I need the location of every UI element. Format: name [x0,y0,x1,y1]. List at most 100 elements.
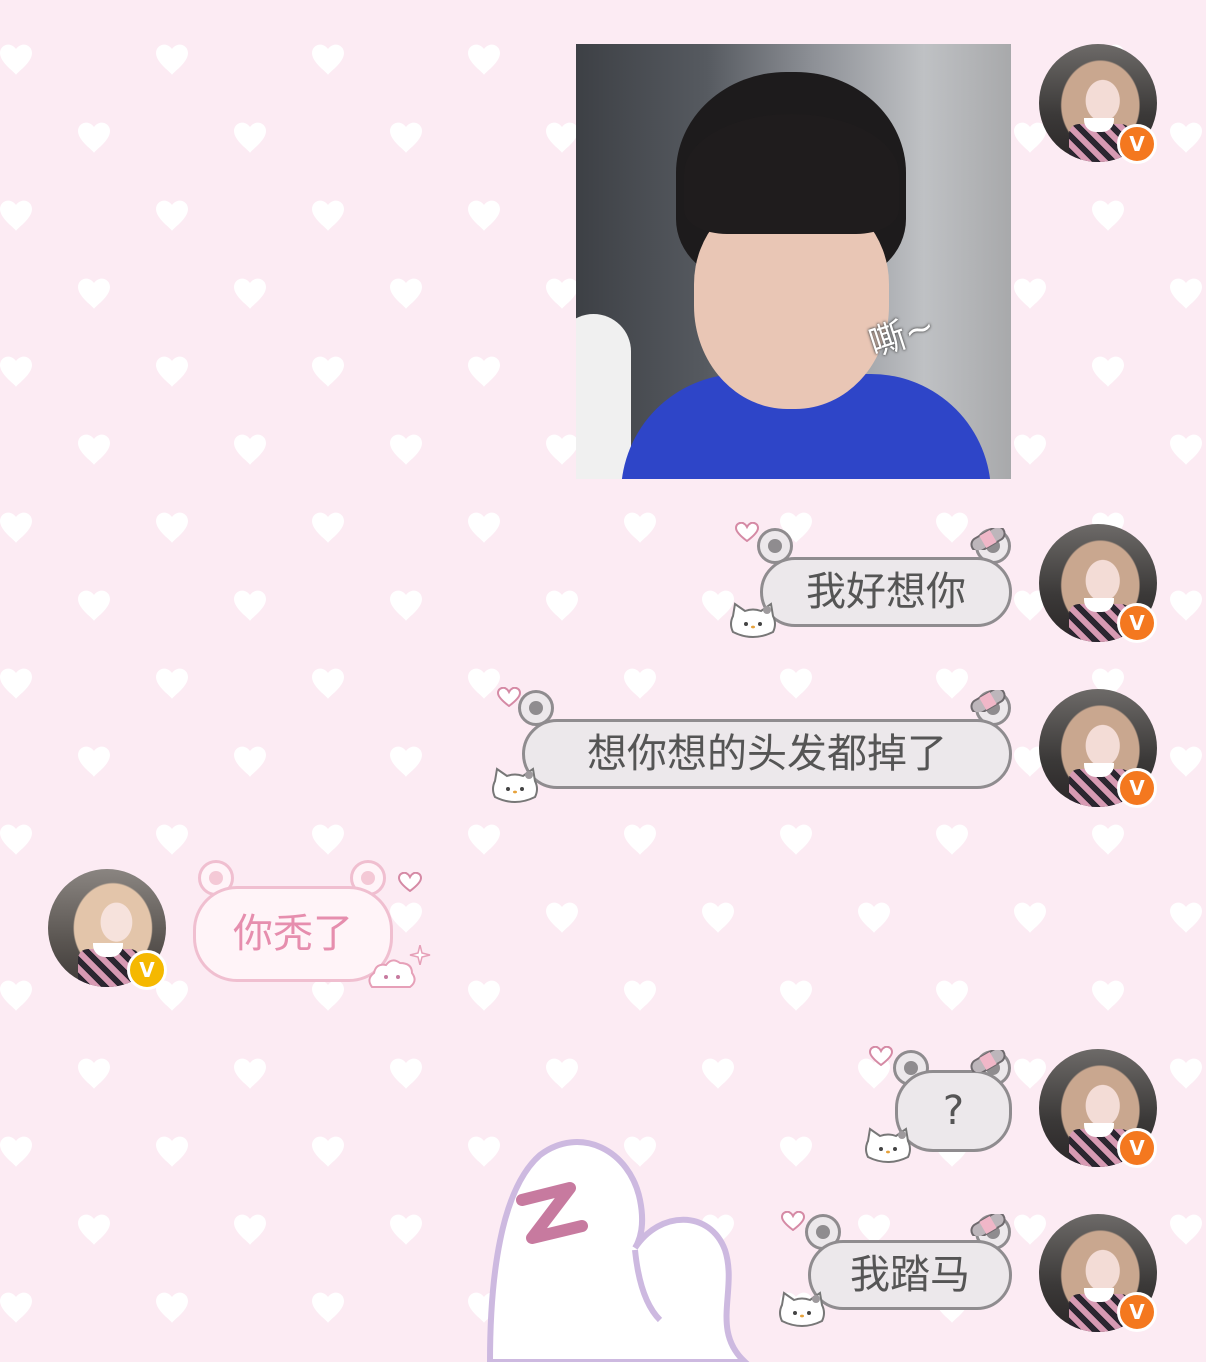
background-heart [234,1214,266,1245]
background-heart [156,824,188,855]
background-heart [546,434,578,465]
background-heart [78,434,110,465]
background-heart [468,44,500,75]
background-heart [78,1214,110,1245]
background-heart [0,1292,32,1323]
background-heart [1092,824,1124,855]
verified-badge-icon: V [1117,603,1157,643]
background-heart [390,122,422,153]
background-heart [312,668,344,699]
background-heart [1014,1214,1046,1245]
bandage-icon [970,528,1006,550]
background-heart [156,356,188,387]
small-heart-icon [497,687,521,707]
background-heart [390,746,422,777]
background-heart [0,980,32,1011]
background-heart [624,980,656,1011]
background-heart [936,824,968,855]
background-heart [0,200,32,231]
bandage-icon [970,690,1006,712]
message-bubble[interactable]: 想你想的头发都掉了 [522,719,1012,789]
background-heart [312,200,344,231]
background-heart [1014,902,1046,933]
background-heart [390,902,422,933]
background-heart [390,1214,422,1245]
background-heart [1170,902,1202,933]
background-heart [156,512,188,543]
verified-badge-icon: V [1117,124,1157,164]
kitty-icon [492,767,538,803]
background-heart [234,434,266,465]
background-heart [1092,356,1124,387]
background-heart [468,356,500,387]
kitty-icon [779,1291,825,1327]
background-heart [936,980,968,1011]
background-heart [546,278,578,309]
background-heart [390,590,422,621]
small-heart-icon [869,1046,893,1066]
background-heart [1170,1058,1202,1089]
background-heart [780,1136,812,1167]
background-heart [156,1292,188,1323]
background-heart [624,512,656,543]
verified-badge-icon: V [1117,768,1157,808]
background-heart [702,902,734,933]
small-heart-icon [735,522,759,542]
background-heart [468,668,500,699]
background-heart [1092,200,1124,231]
sparkle-icon [409,945,431,965]
background-heart [624,824,656,855]
verified-badge-icon: V [127,950,167,990]
background-heart [858,902,890,933]
background-heart [234,746,266,777]
background-heart [0,512,32,543]
background-heart [0,668,32,699]
image-message[interactable]: 嘶~ [576,44,1011,479]
background-heart [78,746,110,777]
background-heart [1014,1058,1046,1089]
background-heart [1170,1214,1202,1245]
background-heart [234,122,266,153]
background-heart [780,668,812,699]
verified-badge-icon: V [1117,1128,1157,1168]
bandage-icon [970,1214,1006,1236]
background-heart [1170,746,1202,777]
background-heart [156,980,188,1011]
background-heart [390,434,422,465]
message-bubble[interactable]: 你秃了 [193,886,393,982]
background-heart [624,668,656,699]
background-heart [234,278,266,309]
background-heart [936,512,968,543]
background-heart [780,980,812,1011]
background-heart [0,824,32,855]
background-heart [702,1058,734,1089]
message-bubble[interactable]: 我好想你 [760,557,1012,627]
background-heart [156,668,188,699]
small-heart-icon [398,872,422,892]
background-heart [78,122,110,153]
sleeping-bunny-decoration [486,1139,750,1362]
background-heart [468,824,500,855]
background-heart [156,1136,188,1167]
background-heart [234,590,266,621]
background-heart [936,668,968,699]
background-heart [156,200,188,231]
background-heart [1170,590,1202,621]
background-heart [546,590,578,621]
background-heart [78,1058,110,1089]
background-heart [546,1058,578,1089]
background-heart [0,1136,32,1167]
background-heart [390,278,422,309]
small-heart-icon [781,1211,805,1231]
background-heart [78,278,110,309]
background-heart [1014,278,1046,309]
background-heart [468,512,500,543]
background-heart [780,824,812,855]
background-heart [390,1058,422,1089]
background-heart [468,200,500,231]
background-heart [0,44,32,75]
message-bubble[interactable]: 我踏马 [808,1240,1012,1310]
background-heart [312,356,344,387]
background-heart [312,44,344,75]
verified-badge-icon: V [1117,1292,1157,1332]
